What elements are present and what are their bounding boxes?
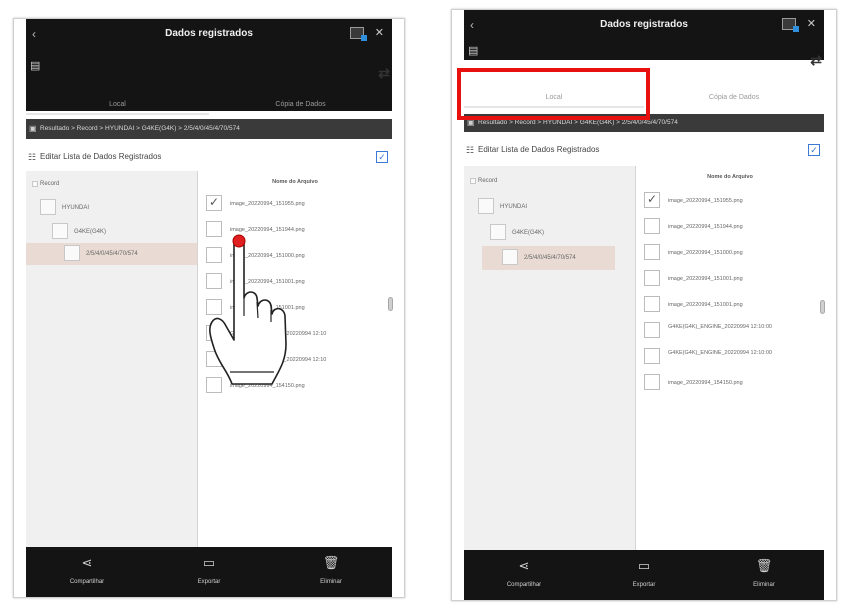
file-name: image_20220994_151944.png <box>668 224 743 230</box>
export-icon: ▭ <box>202 555 216 570</box>
page-title-right: Dados registrados <box>600 19 688 30</box>
tree-item-hyundai[interactable]: HYUNDAI <box>40 199 89 217</box>
file-checkbox[interactable] <box>644 244 660 260</box>
file-checkbox[interactable] <box>206 195 222 211</box>
bottom-toolbar: ⋖ Compartilhar ▭ Exportar 🗑 Eliminar <box>26 547 392 597</box>
delete-button[interactable]: 🗑 Eliminar <box>704 550 824 600</box>
file-checkbox[interactable] <box>644 270 660 286</box>
share-icon: ⋖ <box>81 555 93 570</box>
file-name: image_20220994_151955.png <box>668 198 743 204</box>
file-name-header: Nome do Arquivo <box>707 174 753 180</box>
file-row[interactable]: image_20220994_151955.png <box>206 195 388 213</box>
file-checkbox[interactable] <box>644 296 660 312</box>
tree-item-engine[interactable]: G4KE(G4K) <box>490 224 544 242</box>
swap-icon[interactable]: ⇄ <box>378 65 390 82</box>
export-button[interactable]: ▭ Exportar <box>584 550 704 600</box>
tree-item-vin[interactable]: 2/5/4/0/45/4/70/574 <box>502 249 576 267</box>
file-row[interactable]: image_20220994_151000.png <box>644 244 820 262</box>
tree-item-engine[interactable]: G4KE(G4K) <box>52 223 106 241</box>
file-checkbox[interactable] <box>644 322 660 338</box>
file-row[interactable]: image_20220994_151955.png <box>644 192 820 210</box>
file-row[interactable]: image_20220994_151001.png <box>644 296 820 314</box>
tab-data-copy[interactable]: Cópia de Dados <box>644 88 824 108</box>
file-name: image_20220994_151001.png <box>668 302 743 308</box>
export-button[interactable]: ▭ Exportar <box>148 547 270 597</box>
trash-icon: 🗑 <box>755 558 773 573</box>
file-name: G4KE(G4K)_ENGINE_20220994 12:10:00 <box>668 324 772 330</box>
file-checkbox[interactable] <box>644 192 660 208</box>
tree-item-record[interactable]: Record <box>470 172 497 190</box>
file-name-header: Nome do Arquivo <box>272 179 318 185</box>
stage: ‹ Dados registrados ✕ ▤ ⇄ Local Cópia de… <box>0 0 845 610</box>
file-name: image_20220994_154150.png <box>668 380 743 386</box>
edit-list-row[interactable]: ☷ Editar Lista de Dados Registrados ✓ <box>26 149 392 165</box>
tree-item-hyundai[interactable]: HYUNDAI <box>478 198 527 216</box>
edit-icon: ☷ <box>466 145 475 155</box>
settings-icon[interactable]: ✕ <box>807 17 816 30</box>
app-header-right: ‹ Dados registrados ✕ ▤ <box>464 10 824 60</box>
folder-icon: ▣ <box>29 124 37 133</box>
tab-local[interactable]: Local <box>26 95 209 115</box>
scroll-handle[interactable] <box>388 297 393 311</box>
settings-icon[interactable]: ✕ <box>375 26 384 39</box>
file-row[interactable]: image_20220994_151944.png <box>644 218 820 236</box>
export-icon: ▭ <box>637 558 651 573</box>
bottom-toolbar-right: ⋖ Compartilhar ▭ Exportar 🗑 Eliminar <box>464 550 824 600</box>
share-button[interactable]: ⋖ Compartilhar <box>26 547 148 597</box>
select-all-checkbox[interactable]: ✓ <box>808 144 820 156</box>
file-checkbox[interactable] <box>644 348 660 364</box>
tree-item-record[interactable]: Record <box>32 175 59 193</box>
folder-tree: Record HYUNDAI G4KE(G4K) 2/5/4/0/45/4/70… <box>26 171 198 547</box>
breadcrumb-path: Resultado > Record > HYUNDAI > G4KE(G4K)… <box>478 119 678 126</box>
edit-list-row-right[interactable]: ☷ Editar Lista de Dados Registrados ✓ <box>464 142 824 158</box>
folder-tree-right: Record HYUNDAI G4KE(G4K) 2/5/4/0/45/4/70… <box>464 166 636 550</box>
file-row[interactable]: image_20220994_154150.png <box>644 374 820 392</box>
tab-data-copy[interactable]: Cópia de Dados <box>209 95 392 115</box>
breadcrumb: ▣ Resultado > Record > HYUNDAI > G4KE(G4… <box>26 119 392 139</box>
tap-hand-icon <box>209 234 287 385</box>
tree-item-vin[interactable]: 2/5/4/0/45/4/70/574 <box>64 245 138 263</box>
swap-icon[interactable]: ⇄ <box>810 52 822 69</box>
document-icon: ▤ <box>468 45 479 57</box>
edit-icon: ☷ <box>28 152 37 162</box>
screen-icon[interactable] <box>782 18 799 32</box>
file-name: G4KE(G4K)_ENGINE_20220994 12:10:00 <box>668 350 772 356</box>
share-button[interactable]: ⋖ Compartilhar <box>464 550 584 600</box>
document-icon: ▤ <box>30 60 41 72</box>
file-name: image_20220994_151955.png <box>230 201 305 207</box>
edit-list-label: Editar Lista de Dados Registrados <box>40 152 162 161</box>
trash-icon: 🗑 <box>322 555 340 570</box>
file-list-right: Nome do Arquivo image_20220994_151955.pn… <box>636 166 825 550</box>
file-name: image_20220994_151000.png <box>668 250 743 256</box>
highlight-box <box>457 68 650 120</box>
select-all-checkbox[interactable]: ✓ <box>376 151 388 163</box>
screen-icon[interactable] <box>350 27 367 41</box>
share-icon: ⋖ <box>518 558 530 573</box>
scroll-handle[interactable] <box>820 300 825 314</box>
file-name: image_20220994_151001.png <box>668 276 743 282</box>
file-checkbox[interactable] <box>644 218 660 234</box>
page-title: Dados registrados <box>165 28 253 39</box>
breadcrumb-path: Resultado > Record > HYUNDAI > G4KE(G4K)… <box>40 125 240 132</box>
file-row[interactable]: G4KE(G4K)_ENGINE_20220994 12:10:00 <box>644 322 820 340</box>
content-area-right: Record HYUNDAI G4KE(G4K) 2/5/4/0/45/4/70… <box>464 166 825 550</box>
edit-list-label: Editar Lista de Dados Registrados <box>478 145 600 154</box>
file-row[interactable]: G4KE(G4K)_ENGINE_20220994 12:10:00 <box>644 348 820 366</box>
tab-bar: Local Cópia de Dados <box>26 95 392 115</box>
delete-button[interactable]: 🗑 Eliminar <box>270 547 392 597</box>
file-row[interactable]: image_20220994_151001.png <box>644 270 820 288</box>
file-checkbox[interactable] <box>644 374 660 390</box>
